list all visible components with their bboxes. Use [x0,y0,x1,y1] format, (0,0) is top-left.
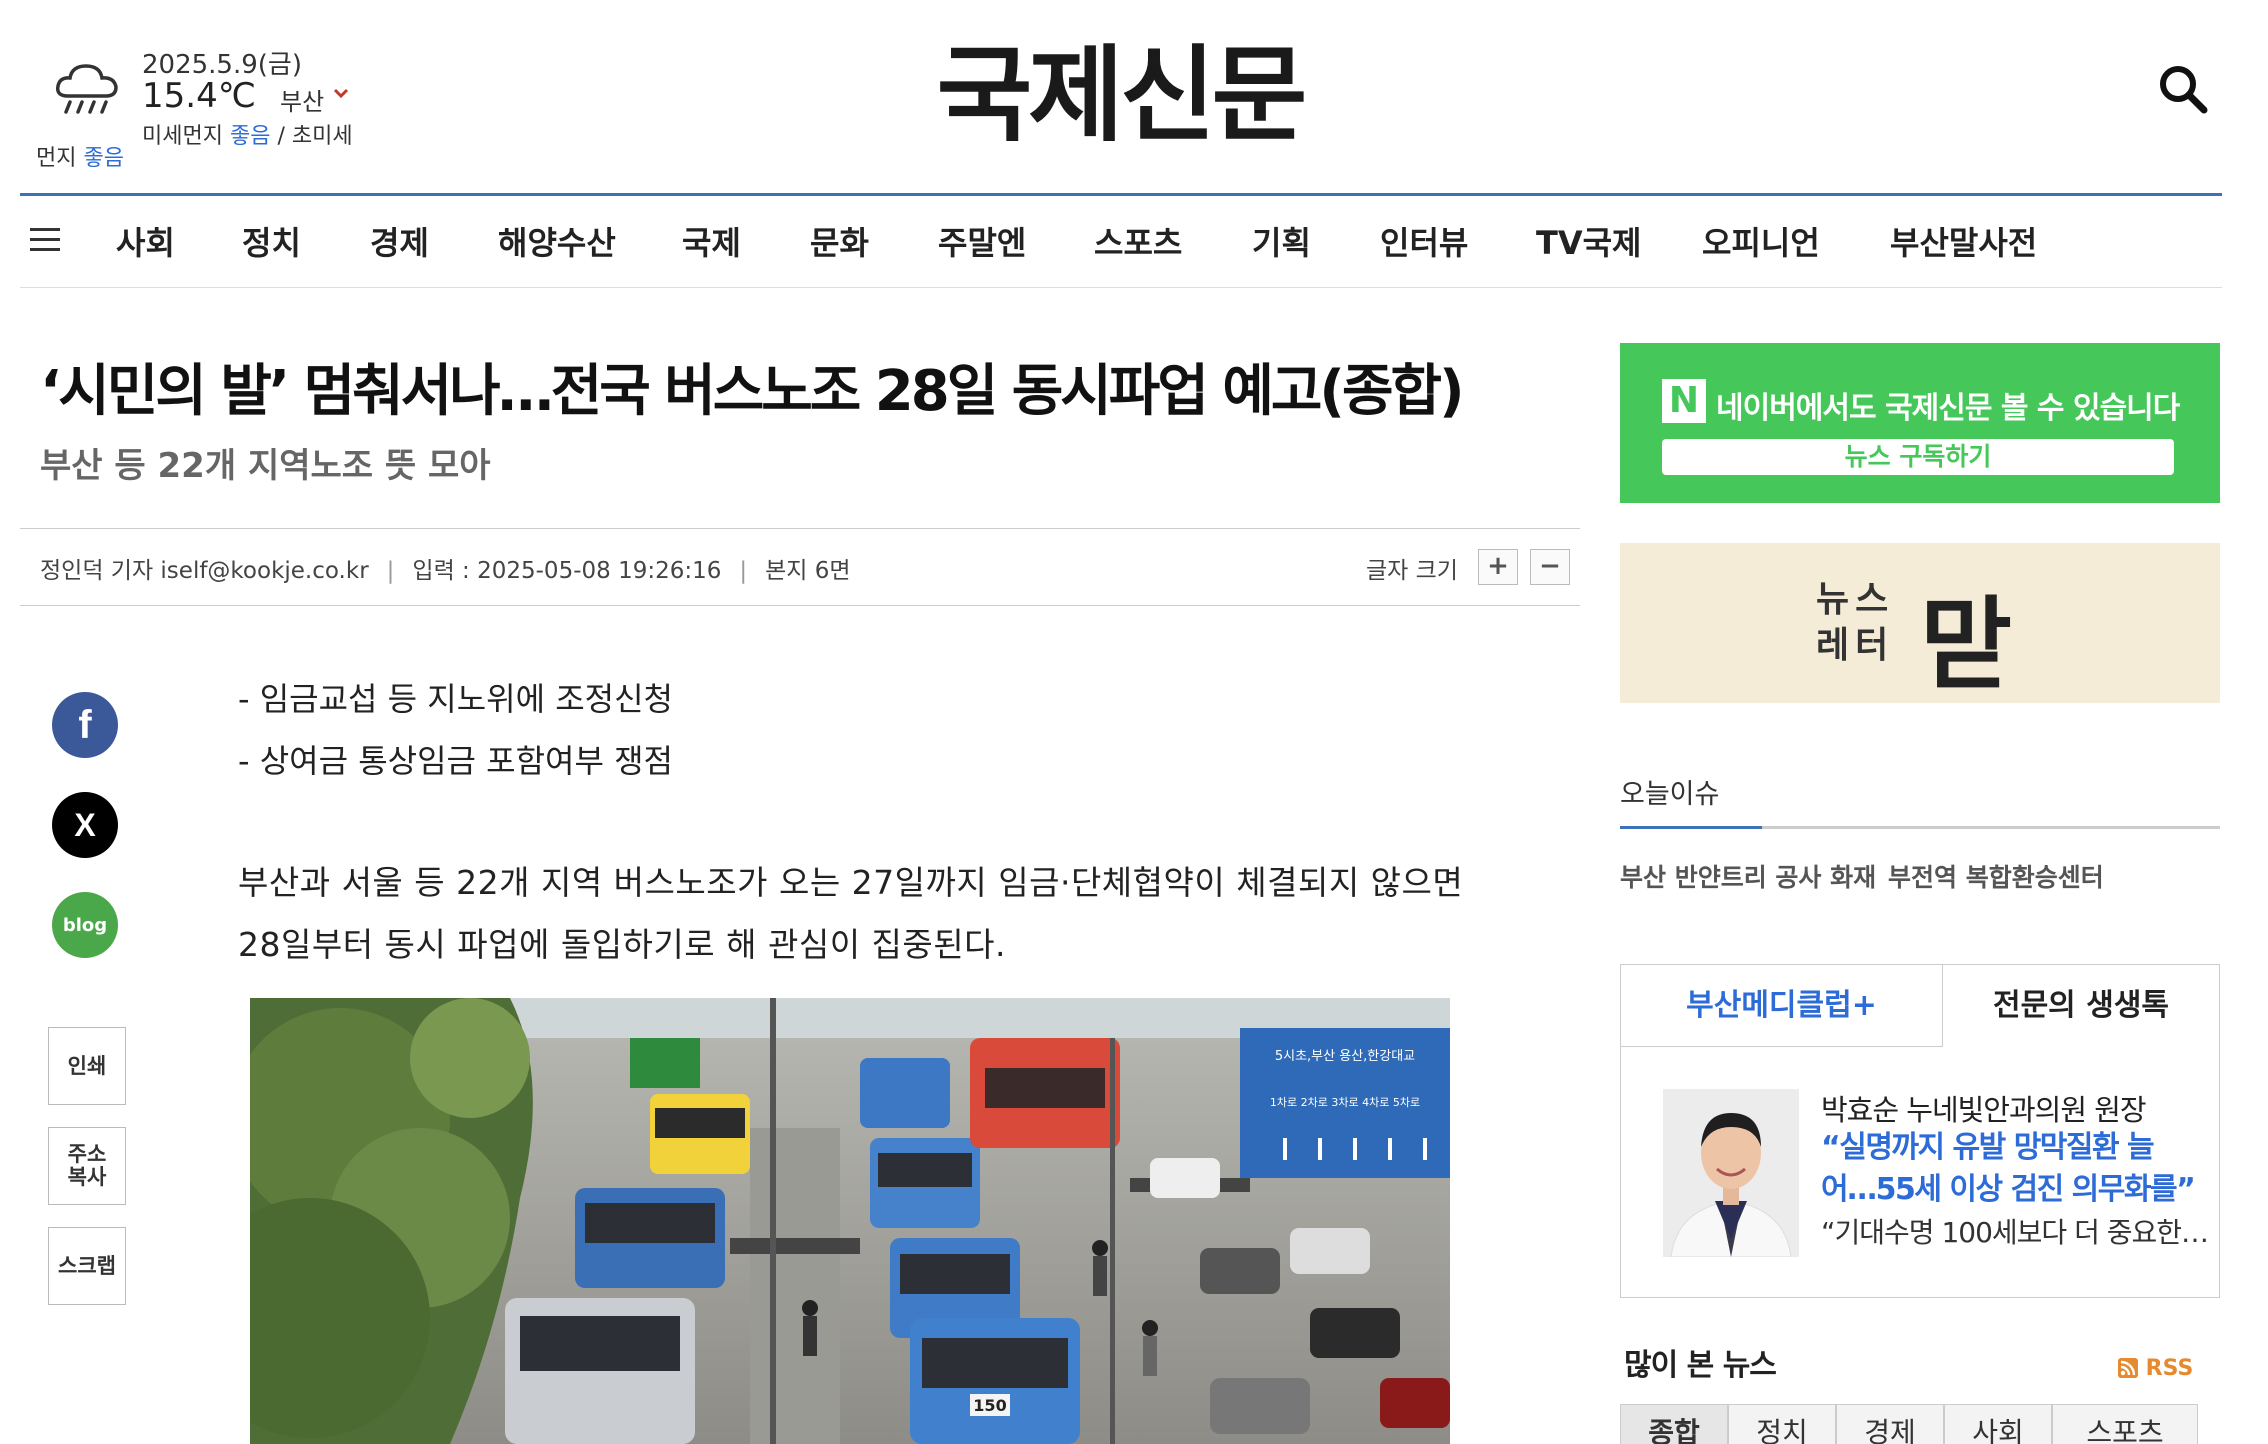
nav-item-marine[interactable]: 해양수산 [498,218,616,264]
nav-item-economy[interactable]: 경제 [370,218,429,264]
scrap-button[interactable]: 스크랩 [48,1227,126,1305]
newsletter-label: 뉴스 레터 [1816,577,1894,669]
newsletter-banner[interactable]: 뉴스 레터 맏 [1620,543,2220,703]
rss-link[interactable]: RSS [2118,1356,2193,1381]
summary-line: - 상여금 통상임금 포함여부 쟁점 [238,742,673,780]
nav-item-politics[interactable]: 정치 [242,218,301,264]
print-page: 본지 6면 [765,558,851,584]
bus-number: 150 [973,1396,1006,1415]
search-icon[interactable] [2156,62,2210,116]
photo-sign-text: 5시초,부산 용산,한강대교 [1275,1049,1415,1064]
print-button[interactable]: 인쇄 [48,1027,126,1105]
bus-strike-photo: 150 5시초,부산 용산,한강대교 1차로 2차로 3차로 4차로 5차로 [250,998,1450,1444]
article-meta: 정인덕 기자 iself@kookje.co.kr | 입력 : 2025-05-0… [40,558,851,584]
rss-icon [2118,1358,2138,1378]
article-subhead: 부산 등 22개 지역노조 뜻 모아 [40,446,491,486]
naver-icon: N [1662,379,1706,423]
issue-tag[interactable]: 부전역 복합환승센터 [1888,858,2104,894]
popular-news-title: 많이 본 뉴스 [1624,1348,1777,1383]
tab-popular-all[interactable]: 종합 [1620,1404,1728,1444]
menu-icon[interactable] [30,228,60,252]
reporter-byline[interactable]: 정인덕 기자 iself@kookje.co.kr [40,558,369,584]
nav-item-interview[interactable]: 인터뷰 [1380,218,1468,264]
facebook-icon: f [78,702,92,747]
tab-doctor-talk[interactable]: 전문의 생생톡 [1943,965,2219,1047]
fine-dust-value: 좋음 [229,124,271,149]
nav-item-society[interactable]: 사회 [116,218,175,264]
dust-status: 먼지 좋음 [36,140,124,172]
tab-popular-politics[interactable]: 정치 [1728,1404,1836,1444]
today-issue-divider [1620,826,2220,829]
fine-dust-status: 미세먼지 좋음 / 초미세 [142,118,353,150]
nav-item-sports[interactable]: 스포츠 [1094,218,1182,264]
site-logo[interactable]: 국제신문 [900,30,1340,156]
facebook-share-button[interactable]: f [52,692,118,758]
font-decrease-button[interactable]: − [1530,549,1570,585]
newsletter-label-line: 뉴스 [1816,579,1895,620]
publish-time: 입력 : 2025-05-08 19:26:16 [412,558,722,584]
rain-cloud-icon [55,64,118,114]
newsletter-label-line: 레터 [1816,625,1895,666]
blog-icon: blog [62,914,108,936]
nav-item-opinion[interactable]: 오피니언 [1702,218,1820,264]
weather-city-select[interactable]: 부산 [280,82,324,117]
doctor-photo[interactable] [1663,1089,1799,1257]
naver-subscribe-banner[interactable]: N 네이버에서도 국제신문 볼 수 있습니다 뉴스 구독하기 [1620,343,2220,503]
main-nav: 사회 정치 경제 해양수산 국제 문화 주말엔 스포츠 기획 인터뷰 TV국제 … [20,196,2222,288]
font-increase-button[interactable]: + [1478,549,1518,585]
article-photo[interactable]: 150 5시초,부산 용산,한강대교 1차로 2차로 3차로 4차로 5차로 [250,998,1450,1444]
article-paragraph: 부산과 서울 등 22개 지역 버스노조가 오는 27일까지 임금·단체협약이 … [238,863,1464,964]
nav-item-feature[interactable]: 기획 [1252,218,1311,264]
issue-tag[interactable]: 부산 반얀트리 공사 화재 [1620,858,1876,894]
x-share-button[interactable]: X [52,792,118,858]
nav-item-weekend[interactable]: 주말엔 [938,218,1026,264]
doctor-quote-sub[interactable]: “기대수명 100세보다 더 중요한… [1821,1211,2209,1251]
nav-item-tv[interactable]: TV국제 [1536,218,1641,264]
tab-popular-sports[interactable]: 스포츠 [2052,1404,2198,1444]
font-size-label: 글자 크기 [1366,558,1458,584]
doctor-name: 박효순 누네빛안과의원 원장 [1821,1093,2147,1127]
summary-line: - 임금교섭 등 지노위에 조정신청 [238,680,673,718]
article-headline: ‘시민의 발’ 멈춰서나…전국 버스노조 28일 동시파업 예고(종합) [40,359,1465,424]
rss-label: RSS [2145,1356,2194,1381]
nav-item-dialect[interactable]: 부산말사전 [1890,218,2037,264]
weather-temperature: 15.4℃ [142,76,256,116]
naver-banner-text: 네이버에서도 국제신문 볼 수 있습니다 [1716,391,2180,426]
nav-item-culture[interactable]: 문화 [810,218,869,264]
ultra-fine-dust-label: / 초미세 [277,124,353,149]
site-logo-text[interactable]: 국제신문 [937,10,1308,161]
tab-medi-club[interactable]: 부산메디클럽+ [1621,965,1943,1047]
copy-url-button[interactable]: 주소 복사 [48,1127,126,1205]
dust-label: 먼지 [36,146,77,171]
tab-popular-society[interactable]: 사회 [1944,1404,2052,1444]
popular-news-tabs: 종합 정치 경제 사회 스포츠 [1620,1404,2198,1444]
tab-popular-economy[interactable]: 경제 [1836,1404,1944,1444]
medi-club-box: 부산메디클럽+ 전문의 생생톡 박효순 누네빛안과의원 원장 “실명까지 유발 … [1620,964,2220,1298]
newsletter-logo: 맏 [1920,586,2012,703]
blog-share-button[interactable]: blog [52,892,118,958]
fine-dust-label: 미세먼지 [142,124,223,149]
chevron-down-icon[interactable] [332,84,350,102]
article-meta-bar: 정인덕 기자 iself@kookje.co.kr | 입력 : 2025-05-0… [20,528,1580,606]
x-icon: X [74,806,96,843]
dust-value: 좋음 [83,146,124,171]
nav-item-world[interactable]: 국제 [682,218,741,264]
doctor-quote-link[interactable]: “실명까지 유발 망막질환 늘어…55세 이상 검진 의무화를” [1821,1127,2201,1211]
news-subscribe-button[interactable]: 뉴스 구독하기 [1662,439,2174,475]
today-issue-title: 오늘이슈 [1620,779,1720,810]
photo-sign-lanes: 1차로 2차로 3차로 4차로 5차로 [1270,1096,1420,1109]
